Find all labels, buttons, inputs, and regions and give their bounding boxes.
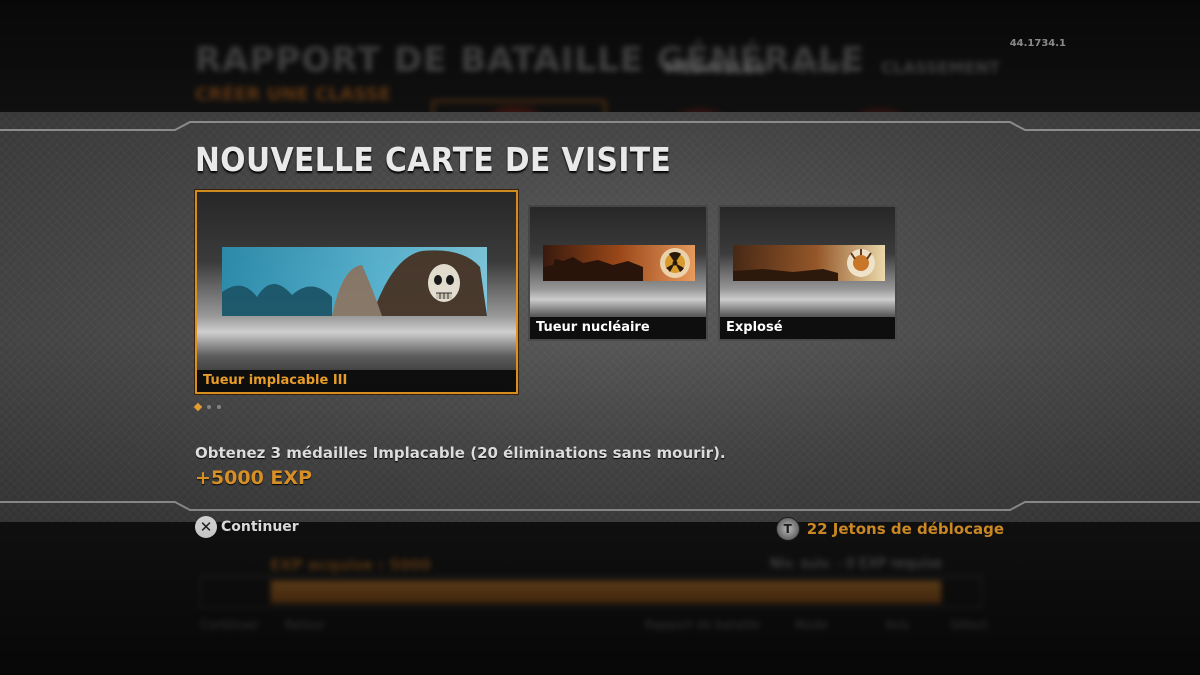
pagination-dot-active (193, 402, 203, 412)
calling-card-label: Explosé (720, 317, 895, 339)
unlock-token-icon: T (775, 517, 800, 541)
background-footer-back: Retour (285, 618, 325, 632)
calling-card-label: Tueur nucléaire (530, 317, 706, 339)
unlock-tokens-label: 22 Jetons de déblocage (806, 520, 1004, 538)
background-footer-mode: Mode (795, 618, 828, 632)
pagination-dot (217, 405, 221, 409)
nuclear-calling-card-image (543, 245, 695, 281)
xp-reward: +5000 EXP (195, 467, 312, 489)
background-xp-bar (270, 580, 942, 604)
version-label: 44.1734.1 (1009, 38, 1066, 49)
background-footer-notice: Avis (885, 618, 910, 632)
explosion-calling-card-image (733, 245, 885, 281)
background-xp-label: EXP acquise : 5000 (270, 556, 431, 574)
background-footer-select: Sélect. (950, 618, 991, 632)
tab-ranking: CLASSEMENT (881, 58, 1000, 77)
background-subtitle: CRÉER UNE CLASSE (195, 84, 392, 105)
calling-card-label: Tueur implacable III (197, 370, 516, 392)
continue-label: Continuer (221, 519, 299, 535)
background-xp-next: Niv. suiv. : 0 EXP requise (770, 556, 943, 572)
unlock-tokens: T 22 Jetons de déblocage (775, 517, 1004, 541)
background-footer-report: Rapport de bataille (645, 618, 760, 632)
calling-card-option[interactable]: Tueur implacable III (195, 190, 518, 394)
card-pagination (193, 402, 221, 412)
dialog-title: NOUVELLE CARTE DE VISITE (195, 140, 672, 179)
calling-card-option[interactable]: Tueur nucléaire (528, 205, 708, 341)
challenge-description: Obtenez 3 médailles Implacable (20 élimi… (195, 444, 726, 462)
reaper-calling-card-image (222, 247, 487, 316)
tab-stats: STATS (796, 58, 852, 77)
cross-button-icon: ✕ (195, 516, 217, 538)
pagination-dot (207, 405, 211, 409)
continue-button[interactable]: ✕ Continuer (195, 516, 299, 538)
background-tabs: MÉDAILLES STATS CLASSEMENT (665, 58, 1000, 77)
background-footer-continue: Continuer (200, 618, 259, 632)
tab-medals: MÉDAILLES (665, 58, 767, 77)
calling-card-option[interactable]: Explosé (718, 205, 897, 341)
